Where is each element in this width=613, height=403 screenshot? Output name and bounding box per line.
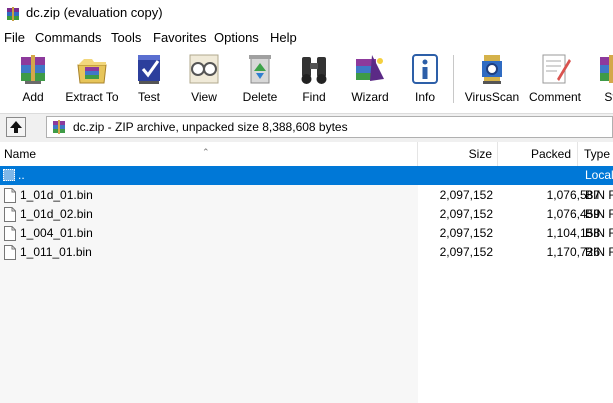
table-row[interactable]: 1_011_01.bin 2,097,152 1,170,726 BIN F: [0, 243, 613, 262]
virusscan-label: VirusScan: [464, 90, 520, 104]
extract-to-icon: [77, 59, 107, 84]
column-header-type[interactable]: Type: [578, 142, 613, 166]
info-button[interactable]: Info: [404, 51, 446, 109]
virusscan-button[interactable]: VirusScan: [460, 51, 524, 109]
file-list: .. Local 1_01d_01.bin 2,097,152 1,076,58…: [0, 166, 613, 403]
menu-file[interactable]: File: [3, 30, 26, 45]
column-header-packed-label: Packed: [530, 147, 571, 161]
zip-archive-icon: [53, 120, 65, 134]
wizard-label: Wizard: [351, 90, 389, 104]
sfx-button[interactable]: Sf: [590, 51, 613, 109]
file-type: BIN F: [585, 245, 613, 259]
file-size: 2,097,152: [439, 245, 493, 259]
column-header-size-label: Size: [468, 147, 492, 161]
comment-label: Comment: [528, 90, 581, 104]
virusscan-icon: [482, 55, 502, 84]
find-binoculars-icon: [301, 57, 327, 84]
menu-favorites[interactable]: Favorites: [152, 30, 207, 45]
comment-icon: [542, 54, 571, 84]
file-name: 1_011_01.bin: [20, 245, 92, 259]
test-label: Test: [137, 90, 160, 104]
column-header-name[interactable]: Name ⌃: [0, 142, 418, 166]
up-folder-icon: [10, 121, 22, 133]
sfx-label: Sf: [604, 90, 613, 104]
add-label: Add: [22, 90, 44, 104]
parent-folder-icon: [3, 169, 15, 181]
column-header-row: Name ⌃ Size Packed Type: [0, 142, 613, 167]
winrar-app-icon[interactable]: [5, 6, 21, 22]
file-size: 2,097,152: [439, 226, 493, 240]
up-folder-button[interactable]: [6, 117, 26, 137]
menu-commands[interactable]: Commands: [34, 30, 102, 45]
file-name: 1_004_01.bin: [20, 226, 93, 240]
table-row[interactable]: 1_004_01.bin 2,097,152 1,104,158 BIN F: [0, 224, 613, 243]
delete-icon: [249, 55, 271, 84]
sfx-icon: [600, 55, 613, 83]
info-icon: [412, 54, 438, 84]
info-label: Info: [414, 90, 435, 104]
file-icon: [4, 245, 16, 260]
file-size: 2,097,152: [439, 207, 493, 221]
comment-button[interactable]: Comment: [526, 51, 584, 109]
test-button[interactable]: Test: [126, 51, 172, 109]
window-title: dc.zip (evaluation copy): [26, 5, 163, 20]
column-header-type-label: Type: [584, 147, 611, 161]
view-label: View: [191, 90, 217, 104]
file-name: 1_01d_01.bin: [20, 188, 93, 202]
file-icon: [4, 188, 16, 203]
add-button[interactable]: Add: [6, 51, 60, 109]
extract-to-button[interactable]: Extract To: [62, 51, 122, 109]
address-bar: dc.zip - ZIP archive, unpacked size 8,38…: [0, 113, 613, 142]
address-field[interactable]: dc.zip - ZIP archive, unpacked size 8,38…: [46, 116, 613, 138]
test-icon: [138, 55, 160, 84]
column-header-packed[interactable]: Packed: [498, 142, 578, 166]
parent-folder-type: Local: [585, 168, 613, 182]
toolbar-separator: [453, 55, 454, 103]
find-label: Find: [302, 90, 326, 104]
file-type: BIN F: [585, 188, 613, 202]
table-row[interactable]: 1_01d_01.bin 2,097,152 1,076,587 BIN F: [0, 186, 613, 205]
sort-ascending-icon: ⌃: [202, 147, 210, 157]
file-size: 2,097,152: [439, 188, 493, 202]
column-header-name-label: Name: [4, 147, 37, 161]
delete-label: Delete: [242, 90, 278, 104]
table-row[interactable]: 1_01d_02.bin 2,097,152 1,076,459 BIN F: [0, 205, 613, 224]
delete-button[interactable]: Delete: [236, 51, 284, 109]
wizard-icon: [356, 55, 384, 81]
find-button[interactable]: Find: [290, 51, 338, 109]
file-name: 1_01d_02.bin: [20, 207, 93, 221]
file-type: BIN F: [585, 226, 613, 240]
address-text: dc.zip - ZIP archive, unpacked size 8,38…: [73, 120, 348, 134]
toolbar: Add Extract To Test View Delete Find Wiz…: [0, 49, 613, 111]
file-icon: [4, 207, 16, 222]
extract-to-label: Extract To: [65, 90, 119, 104]
add-archive-icon: [21, 55, 45, 84]
title-bar: dc.zip (evaluation copy): [0, 0, 613, 28]
file-icon: [4, 226, 16, 241]
menu-options[interactable]: Options: [213, 30, 260, 45]
menu-help[interactable]: Help: [269, 30, 298, 45]
file-type: BIN F: [585, 207, 613, 221]
column-header-size[interactable]: Size: [418, 142, 498, 166]
parent-folder-row[interactable]: .. Local: [0, 166, 613, 185]
view-icon: [189, 54, 219, 84]
wizard-button[interactable]: Wizard: [344, 51, 396, 109]
parent-folder-name: ..: [18, 168, 25, 182]
view-button[interactable]: View: [180, 51, 228, 109]
menu-bar: File Commands Tools Favorites Options He…: [0, 28, 613, 48]
menu-tools[interactable]: Tools: [110, 30, 142, 45]
